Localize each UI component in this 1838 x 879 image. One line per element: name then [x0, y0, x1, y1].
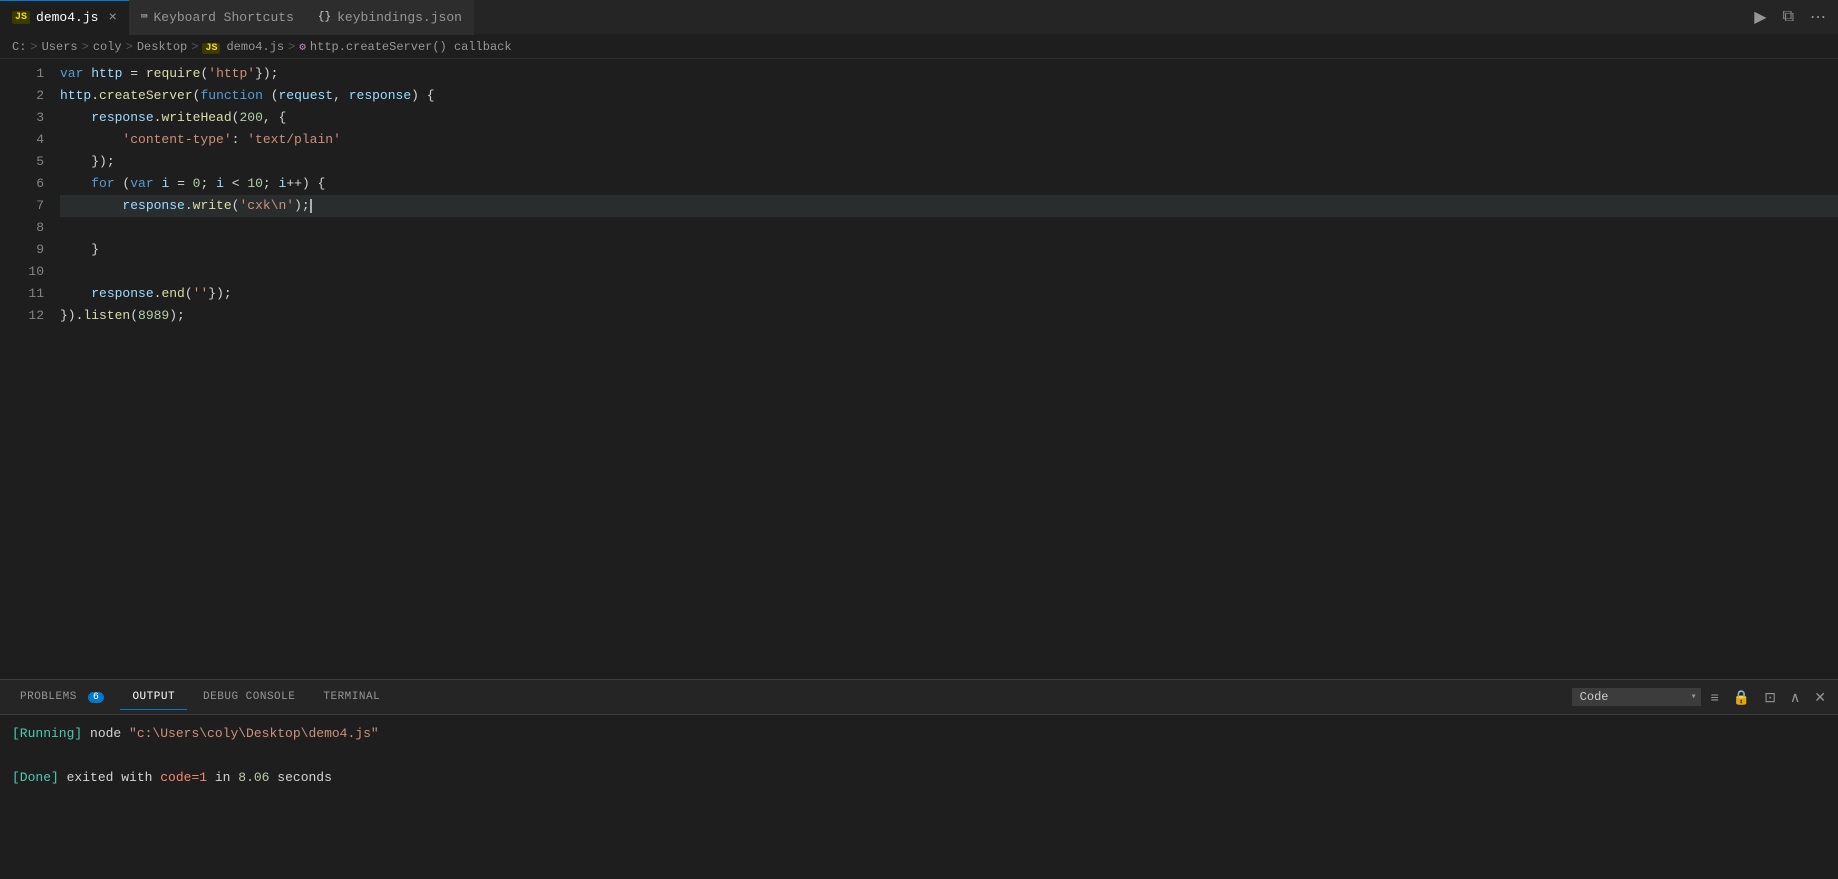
code-area[interactable]: var http = require('http'}); http.create…	[52, 59, 1838, 679]
kb-icon: ⌨	[141, 10, 148, 24]
tab-demo4js-close[interactable]: ×	[108, 10, 116, 26]
panel-tab-problems-label: PROBLEMS	[20, 691, 77, 703]
line-number-5: 5	[0, 151, 44, 173]
text-cursor	[310, 199, 312, 213]
problems-badge: 6	[88, 692, 105, 703]
output-line-done: [Done] exited with code=1 in 8.06 second…	[12, 767, 1826, 789]
panel-actions: Code Extension Host ▾ ≡ 🔒 ⊡ ∧ ✕	[1572, 687, 1830, 708]
line-number-6: 6	[0, 173, 44, 195]
function-icon: ⚙	[299, 40, 306, 54]
breadcrumb-coly: coly	[93, 40, 122, 54]
breadcrumb-filename: demo4.js	[226, 40, 284, 54]
panel-popout-icon[interactable]: ⊡	[1760, 687, 1780, 708]
panel-tab-debug-console-label: DEBUG CONSOLE	[203, 691, 295, 703]
bottom-panel: PROBLEMS 6 OUTPUT DEBUG CONSOLE TERMINAL…	[0, 679, 1838, 879]
panel-tabs: PROBLEMS 6 OUTPUT DEBUG CONSOLE TERMINAL…	[0, 680, 1838, 715]
code-line-2: http.createServer(function (request, res…	[60, 85, 1838, 107]
line-number-8: 8	[0, 217, 44, 239]
line-numbers: 123456789101112	[0, 59, 52, 679]
split-editor-button[interactable]: ⧉	[1779, 6, 1798, 28]
run-button[interactable]: ▶	[1750, 5, 1770, 29]
line-number-12: 12	[0, 305, 44, 327]
panel-tab-problems[interactable]: PROBLEMS 6	[8, 685, 116, 709]
editor-area: 123456789101112 var http = require('http…	[0, 59, 1838, 679]
panel-toggle-list-icon[interactable]: ≡	[1707, 687, 1723, 707]
code-line-11: response.end(''});	[60, 283, 1838, 305]
panel-tab-output-label: OUTPUT	[132, 691, 175, 703]
code-line-8	[60, 217, 1838, 239]
breadcrumb: C: > Users > coly > Desktop > JS demo4.j…	[0, 35, 1838, 59]
code-line-3: response.writeHead(200, {	[60, 107, 1838, 129]
tab-keyboard-shortcuts[interactable]: ⌨ Keyboard Shortcuts	[129, 0, 306, 35]
json-icon: {}	[318, 11, 331, 23]
js-icon: JS	[12, 11, 30, 24]
panel-tab-debug-console[interactable]: DEBUG CONSOLE	[191, 685, 307, 709]
tab-keyboard-shortcuts-label: Keyboard Shortcuts	[153, 10, 293, 25]
breadcrumb-js: JS	[202, 40, 222, 54]
tab-demo4js[interactable]: JS demo4.js ×	[0, 0, 129, 35]
code-line-7: response.write('cxk\n');	[60, 195, 1838, 217]
line-number-1: 1	[0, 63, 44, 85]
code-line-6: for (var i = 0; i < 10; i++) {	[60, 173, 1838, 195]
panel-tab-output[interactable]: OUTPUT	[120, 685, 187, 709]
line-number-7: 7	[0, 195, 44, 217]
panel-tab-terminal-label: TERMINAL	[323, 691, 380, 703]
code-line-1: var http = require('http'});	[60, 63, 1838, 85]
line-number-11: 11	[0, 283, 44, 305]
breadcrumb-c: C:	[12, 40, 26, 54]
line-number-4: 4	[0, 129, 44, 151]
more-actions-button[interactable]: ⋯	[1806, 5, 1830, 29]
output-select[interactable]: Code Extension Host	[1572, 688, 1701, 706]
line-number-9: 9	[0, 239, 44, 261]
line-number-10: 10	[0, 261, 44, 283]
tab-keybindingsjson[interactable]: {} keybindings.json	[306, 0, 474, 35]
code-line-9: }	[60, 239, 1838, 261]
tab-demo4js-label: demo4.js	[36, 10, 98, 25]
tab-bar: JS demo4.js × ⌨ Keyboard Shortcuts {} ke…	[0, 0, 1838, 35]
panel-content: [Running] node "c:\Users\coly\Desktop\de…	[0, 715, 1838, 879]
code-line-4: 'content-type': 'text/plain'	[60, 129, 1838, 151]
breadcrumb-desktop: Desktop	[137, 40, 187, 54]
tab-actions: ▶ ⧉ ⋯	[1750, 5, 1838, 29]
output-select-wrap[interactable]: Code Extension Host ▾	[1572, 688, 1701, 706]
output-line-blank	[12, 745, 1826, 767]
breadcrumb-users: Users	[42, 40, 78, 54]
panel-lock-icon[interactable]: 🔒	[1729, 687, 1754, 708]
code-line-12: }).listen(8989);	[60, 305, 1838, 327]
output-line-running: [Running] node "c:\Users\coly\Desktop\de…	[12, 723, 1826, 745]
code-line-5: });	[60, 151, 1838, 173]
tab-keybindingsjson-label: keybindings.json	[337, 10, 462, 25]
panel-maximize-icon[interactable]: ∧	[1786, 687, 1804, 708]
code-line-10	[60, 261, 1838, 283]
breadcrumb-fn: http.createServer() callback	[310, 40, 512, 54]
panel-tab-terminal[interactable]: TERMINAL	[311, 685, 392, 709]
panel-close-icon[interactable]: ✕	[1810, 687, 1830, 708]
line-number-3: 3	[0, 107, 44, 129]
line-number-2: 2	[0, 85, 44, 107]
